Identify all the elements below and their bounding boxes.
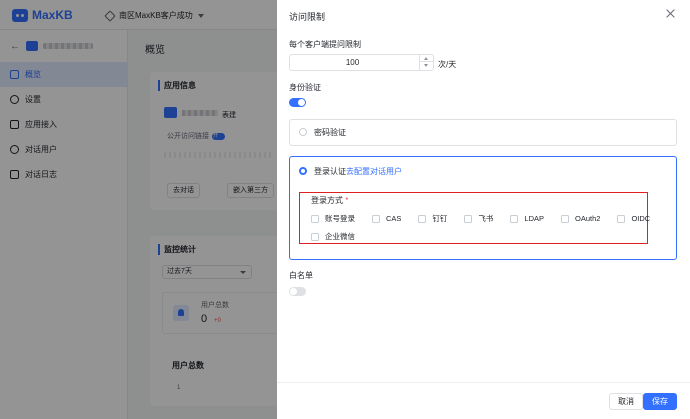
checkbox[interactable]	[311, 214, 319, 223]
method-checkbox-account[interactable]: 账号登录	[311, 213, 355, 224]
password-option-label: 密码验证	[314, 128, 346, 137]
close-icon[interactable]	[665, 8, 676, 19]
configure-users-link[interactable]: 去配置对话用户	[346, 166, 402, 177]
method-checkbox-cas[interactable]: CAS	[372, 214, 401, 223]
login-methods-label: 登录方式 *	[311, 195, 348, 206]
increment-icon[interactable]	[420, 55, 433, 62]
drawer-footer: 取消 保存	[277, 382, 690, 419]
auth-label: 身份验证	[289, 83, 321, 92]
switch-knob	[290, 288, 297, 295]
method-checkbox-feishu[interactable]: 飞书	[464, 213, 493, 224]
whitelist-label: 白名单	[289, 271, 313, 280]
cancel-button[interactable]: 取消	[609, 393, 643, 410]
checkbox[interactable]	[418, 214, 427, 223]
login-option-label: 登录认证	[314, 167, 346, 176]
password-radio[interactable]	[299, 128, 307, 136]
method-label: 企业微信	[325, 232, 355, 241]
method-checkbox-ldap[interactable]: LDAP	[510, 214, 544, 223]
decrement-icon[interactable]	[420, 63, 433, 70]
method-label: OIDC	[631, 214, 651, 223]
password-option-box[interactable]: 密码验证	[289, 119, 677, 146]
method-checkbox-wecom[interactable]: 企业微信	[311, 231, 355, 242]
checkbox[interactable]	[372, 214, 380, 223]
method-label: 钉钉	[432, 214, 448, 223]
method-checkbox-dingtalk[interactable]: 钉钉	[418, 213, 447, 224]
required-mark: *	[345, 196, 349, 205]
login-radio[interactable]	[299, 167, 307, 175]
drawer-title: 访问限制	[289, 12, 326, 22]
method-label: 飞书	[478, 214, 494, 223]
method-checkbox-oidc[interactable]: OIDC	[617, 214, 650, 223]
checkbox[interactable]	[464, 214, 473, 223]
login-methods-row-1: 账号登录 CAS 钉钉 飞书 LDAP OAuth2 OIDC	[311, 213, 650, 224]
limit-stepper[interactable]: 100	[289, 54, 434, 71]
limit-value[interactable]: 100	[290, 58, 415, 67]
checkbox[interactable]	[311, 232, 319, 241]
switch-knob	[298, 99, 305, 106]
method-label: CAS	[386, 214, 402, 223]
checkbox[interactable]	[510, 214, 519, 223]
method-label: LDAP	[524, 214, 545, 223]
checkbox[interactable]	[561, 214, 570, 223]
auth-switch[interactable]	[289, 98, 306, 107]
limit-unit: 次/天	[438, 60, 457, 69]
method-label: 账号登录	[325, 214, 355, 223]
whitelist-switch[interactable]	[289, 287, 306, 296]
save-button[interactable]: 保存	[643, 393, 677, 410]
checkbox[interactable]	[617, 214, 626, 223]
access-limit-drawer: 访问限制 每个客户端提问限制 100 次/天 身份验证 密码验证 登录认证 去配…	[277, 0, 690, 419]
stepper-controls	[419, 55, 433, 70]
method-checkbox-oauth2[interactable]: OAuth2	[561, 214, 600, 223]
limit-label: 每个客户端提问限制	[289, 40, 361, 49]
login-methods-row-2: 企业微信	[311, 231, 355, 242]
method-label: OAuth2	[575, 214, 601, 223]
login-methods-text: 登录方式	[311, 196, 343, 205]
